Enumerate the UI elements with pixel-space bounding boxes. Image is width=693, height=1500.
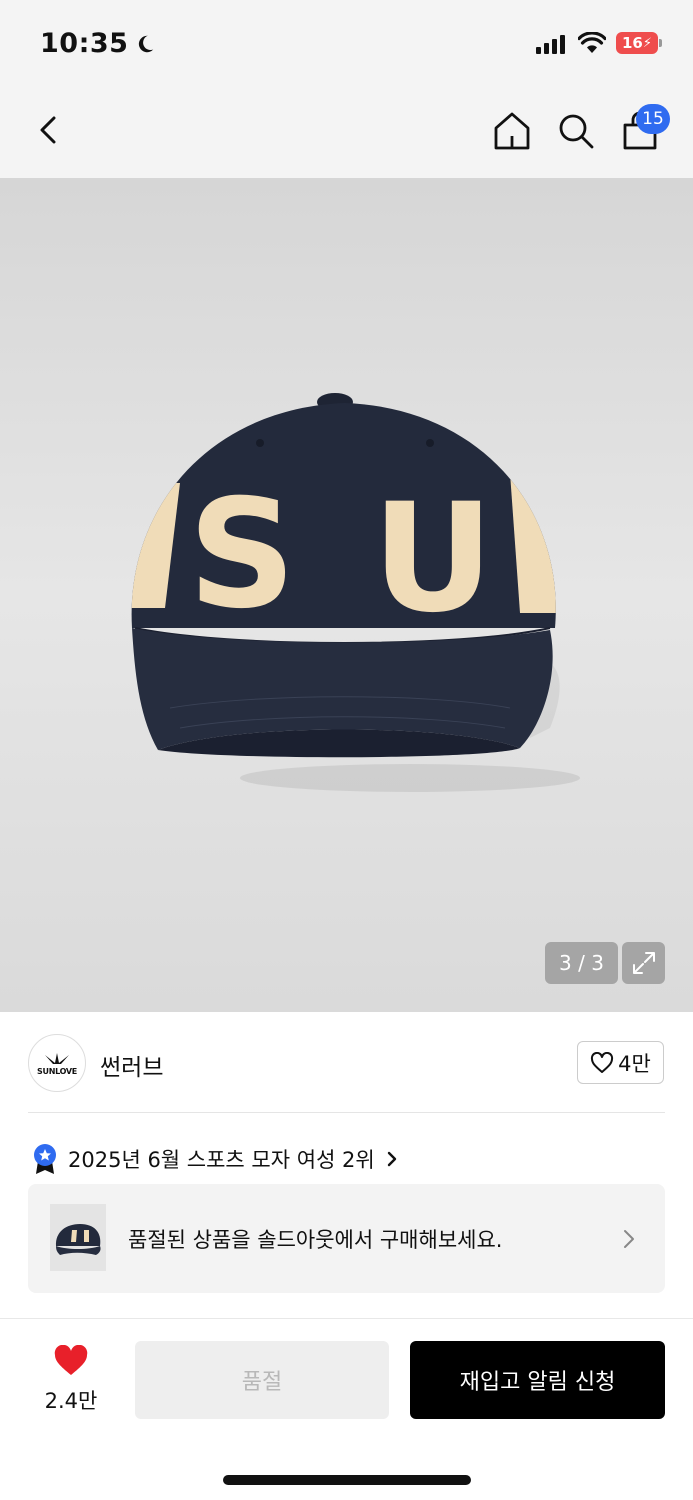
wifi-icon <box>578 32 606 53</box>
soldout-button: 품절 <box>135 1341 389 1419</box>
divider <box>28 1112 665 1113</box>
ranking-text: 2025년 6월 스포츠 모자 여성 2위 <box>68 1148 375 1172</box>
soldout-promo-card[interactable]: 품절된 상품을 솔드아웃에서 구매해보세요. <box>28 1184 665 1293</box>
cellular-signal-icon <box>536 34 565 54</box>
brand-logo-text: SUNLOVE <box>37 1066 77 1076</box>
bottom-action-bar: 2.4만 품절 재입고 알림 신청 <box>0 1318 693 1500</box>
product-image[interactable]: S U 3 / 3 <box>0 178 693 1012</box>
soldout-product-thumbnail <box>50 1204 106 1271</box>
chevron-right-icon <box>624 1230 634 1248</box>
brand-follow-button[interactable]: 4만 <box>577 1041 664 1084</box>
follow-count: 4만 <box>618 1051 651 1076</box>
restock-alert-button[interactable]: 재입고 알림 신청 <box>410 1341 665 1419</box>
heart-filled-icon <box>54 1345 88 1375</box>
home-icon[interactable] <box>492 110 532 152</box>
search-icon[interactable] <box>556 110 596 152</box>
battery-icon: 16 ⚡ <box>616 32 658 54</box>
status-bar: 10:35 16 ⚡ <box>0 0 693 86</box>
expand-icon <box>632 952 655 974</box>
sunburst-icon <box>43 1052 71 1064</box>
like-button[interactable]: 2.4만 <box>36 1345 106 1415</box>
cap-product-image: S U <box>131 393 580 792</box>
expand-button[interactable] <box>622 942 665 984</box>
chevron-right-icon <box>387 1151 396 1167</box>
ranking-badge-icon <box>34 1144 56 1174</box>
status-time: 10:35 <box>40 28 156 59</box>
home-indicator <box>223 1475 471 1485</box>
soldout-promo-text: 품절된 상품을 솔드아웃에서 구매해보세요. <box>128 1228 503 1252</box>
moon-icon <box>139 35 154 52</box>
cart-count-badge: 15 <box>636 104 670 134</box>
nav-bar <box>0 86 693 178</box>
battery-level: 16 <box>621 34 643 52</box>
battery-cap <box>659 39 662 47</box>
like-count: 2.4만 <box>44 1389 98 1413</box>
cap-letter-u: U <box>372 472 494 646</box>
ranking-link[interactable]: 2025년 6월 스포츠 모자 여성 2위 <box>32 1143 399 1175</box>
time-text: 10:35 <box>40 28 129 59</box>
brand-row: SUNLOVE 썬러브 4만 <box>0 1012 693 1112</box>
heart-outline-icon <box>591 1051 614 1073</box>
back-icon[interactable] <box>32 110 68 150</box>
image-counter: 3 / 3 <box>545 942 618 984</box>
cap-letter-s: S <box>188 468 296 642</box>
brand-name[interactable]: 썬러브 <box>100 1048 163 1082</box>
brand-logo[interactable]: SUNLOVE <box>28 1034 86 1092</box>
